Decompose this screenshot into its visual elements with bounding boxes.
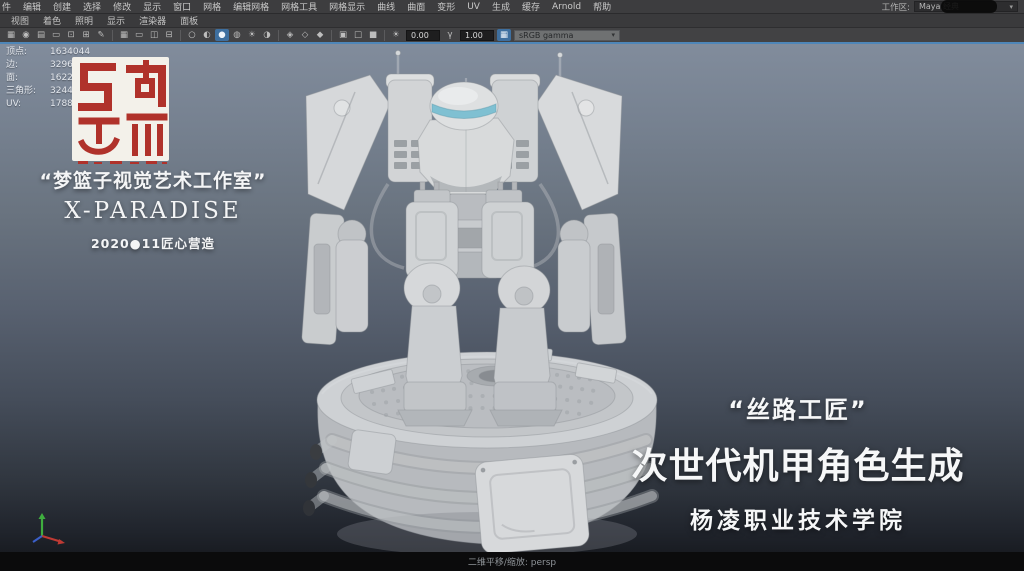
pan-zoom-icon[interactable]: ⊞ <box>79 29 93 41</box>
title-main-text: 次世代机甲角色生成 <box>580 437 1016 489</box>
toolbar-separator <box>331 30 332 41</box>
resolution-gate-icon[interactable]: ◫ <box>147 29 161 41</box>
menu-item-deform[interactable]: 变形 <box>431 0 461 13</box>
main-menu-bar: 件 编辑 创建 选择 修改 显示 窗口 网格 编辑网格 网格工具 网格显示 曲线… <box>0 0 1024 13</box>
joint-xray-icon[interactable]: ■ <box>366 29 380 41</box>
menu-item-help[interactable]: 帮助 <box>587 0 617 13</box>
toolbar-separator <box>384 30 385 41</box>
menu-item-arnold[interactable]: Arnold <box>546 2 587 12</box>
panel-menu-show[interactable]: 显示 <box>100 14 132 27</box>
image-plane-icon[interactable]: ⊡ <box>64 29 78 41</box>
exposure-icon[interactable]: ☀ <box>389 29 403 41</box>
menu-item-curves[interactable]: 曲线 <box>371 0 401 13</box>
panel-menu-view[interactable]: 视图 <box>4 14 36 27</box>
viewport-toolbar: ▦ ◉ ▤ ▭ ⊡ ⊞ ✎ ▦ ▭ ◫ ⊟ ○ ◐ ● ◍ ☀ ◑ ◈ ◇ ◆ … <box>0 27 1024 42</box>
workspace-dropdown[interactable]: Maya 经典 ▾ <box>914 1 1018 12</box>
hud-label: 边: <box>6 59 50 72</box>
menu-item-mesh-display[interactable]: 网格显示 <box>323 0 371 13</box>
panel-menu-lighting[interactable]: 照明 <box>68 14 100 27</box>
studio-name-text: “梦篮子视觉艺术工作室” <box>12 166 294 193</box>
menu-item-edit-mesh[interactable]: 编辑网格 <box>227 0 275 13</box>
depth-of-field-icon[interactable]: ◆ <box>313 29 327 41</box>
view-transform-icon[interactable]: ▦ <box>497 29 511 41</box>
gate-mask-icon[interactable]: ⊟ <box>162 29 176 41</box>
menu-item-create[interactable]: 创建 <box>47 0 77 13</box>
toolbar-separator <box>180 30 181 41</box>
isolate-select-icon[interactable]: ▣ <box>336 29 350 41</box>
toolbar-separator <box>112 30 113 41</box>
occlusion-icon[interactable]: ◑ <box>260 29 274 41</box>
menu-item-surfaces[interactable]: 曲面 <box>401 0 431 13</box>
lock-camera-icon[interactable]: ◉ <box>19 29 33 41</box>
panel-menu-panels[interactable]: 面板 <box>173 14 205 27</box>
view-transform-dropdown[interactable]: sRGB gamma ▾ <box>514 30 620 41</box>
toolbar-separator <box>278 30 279 41</box>
menu-item-edit[interactable]: 编辑 <box>17 0 47 13</box>
shadows-icon[interactable]: ☀ <box>245 29 259 41</box>
camera-attributes-icon[interactable]: ▤ <box>34 29 48 41</box>
menu-item-display[interactable]: 显示 <box>137 0 167 13</box>
chevron-down-icon: ▾ <box>1009 3 1013 11</box>
menu-item-windows[interactable]: 窗口 <box>167 0 197 13</box>
shaded-mode-icon[interactable]: ◐ <box>200 29 214 41</box>
studio-year-text: 2020●11匠心营造 <box>12 233 294 252</box>
panel-menu-bar: 视图 着色 照明 显示 渲染器 面板 <box>0 13 1024 27</box>
view-transform-value: sRGB gamma <box>519 31 573 40</box>
grid-icon[interactable]: ▦ <box>117 29 131 41</box>
chevron-down-icon: ▾ <box>611 31 615 39</box>
axis-gizmo <box>26 508 72 550</box>
hud-label: 三角形: <box>6 85 50 98</box>
gamma-icon[interactable]: γ <box>443 29 457 41</box>
hud-label: UV: <box>6 98 50 111</box>
multisample-icon[interactable]: ◇ <box>298 29 312 41</box>
wireframe-icon[interactable]: ○ <box>185 29 199 41</box>
workspace-label: 工作区: <box>882 1 910 13</box>
title-overlay: “丝路工匠” 次世代机甲角色生成 杨凌职业技术学院 <box>580 390 1016 535</box>
panel-menu-renderer[interactable]: 渲染器 <box>132 14 173 27</box>
red-seal-stamp <box>72 57 169 165</box>
title-quote-text: “丝路工匠” <box>580 390 1016 425</box>
pan-zoom-status-text: 二维平移/缩放: persp <box>468 555 556 568</box>
gamma-field[interactable]: 1.00 <box>460 30 494 41</box>
lights-icon[interactable]: ◍ <box>230 29 244 41</box>
redaction-mark <box>941 0 997 13</box>
status-bar: 二维平移/缩放: persp <box>0 552 1024 571</box>
panel-menu-shading[interactable]: 着色 <box>36 14 68 27</box>
studio-overlay: “梦篮子视觉艺术工作室” X-PARADISE 2020●11匠心营造 <box>12 166 294 252</box>
title-subtitle-text: 杨凌职业技术学院 <box>580 501 1016 535</box>
menu-item-cache[interactable]: 缓存 <box>516 0 546 13</box>
maya-window: 件 编辑 创建 选择 修改 显示 窗口 网格 编辑网格 网格工具 网格显示 曲线… <box>0 0 1024 571</box>
hud-label: 面: <box>6 72 50 85</box>
exposure-field[interactable]: 0.00 <box>406 30 440 41</box>
perspective-viewport[interactable]: 顶点: 1634044 边: 3296521 面: 1622024 三角形: 3… <box>0 44 1024 552</box>
menu-item-file[interactable]: 件 <box>0 0 17 13</box>
menu-item-generate[interactable]: 生成 <box>486 0 516 13</box>
motion-blur-icon[interactable]: ◈ <box>283 29 297 41</box>
menu-item-modify[interactable]: 修改 <box>107 0 137 13</box>
select-camera-icon[interactable]: ▦ <box>4 29 18 41</box>
menu-item-select[interactable]: 选择 <box>77 0 107 13</box>
hud-label: 顶点: <box>6 46 50 59</box>
film-gate-icon[interactable]: ▭ <box>132 29 146 41</box>
studio-brand-text: X-PARADISE <box>12 198 294 224</box>
menu-item-uv[interactable]: UV <box>461 2 486 12</box>
menu-item-mesh-tools[interactable]: 网格工具 <box>275 0 323 13</box>
menu-item-mesh[interactable]: 网格 <box>197 0 227 13</box>
textured-mode-icon[interactable]: ● <box>215 29 229 41</box>
xray-icon[interactable]: □ <box>351 29 365 41</box>
grease-pencil-icon[interactable]: ✎ <box>94 29 108 41</box>
bookmark-icon[interactable]: ▭ <box>49 29 63 41</box>
